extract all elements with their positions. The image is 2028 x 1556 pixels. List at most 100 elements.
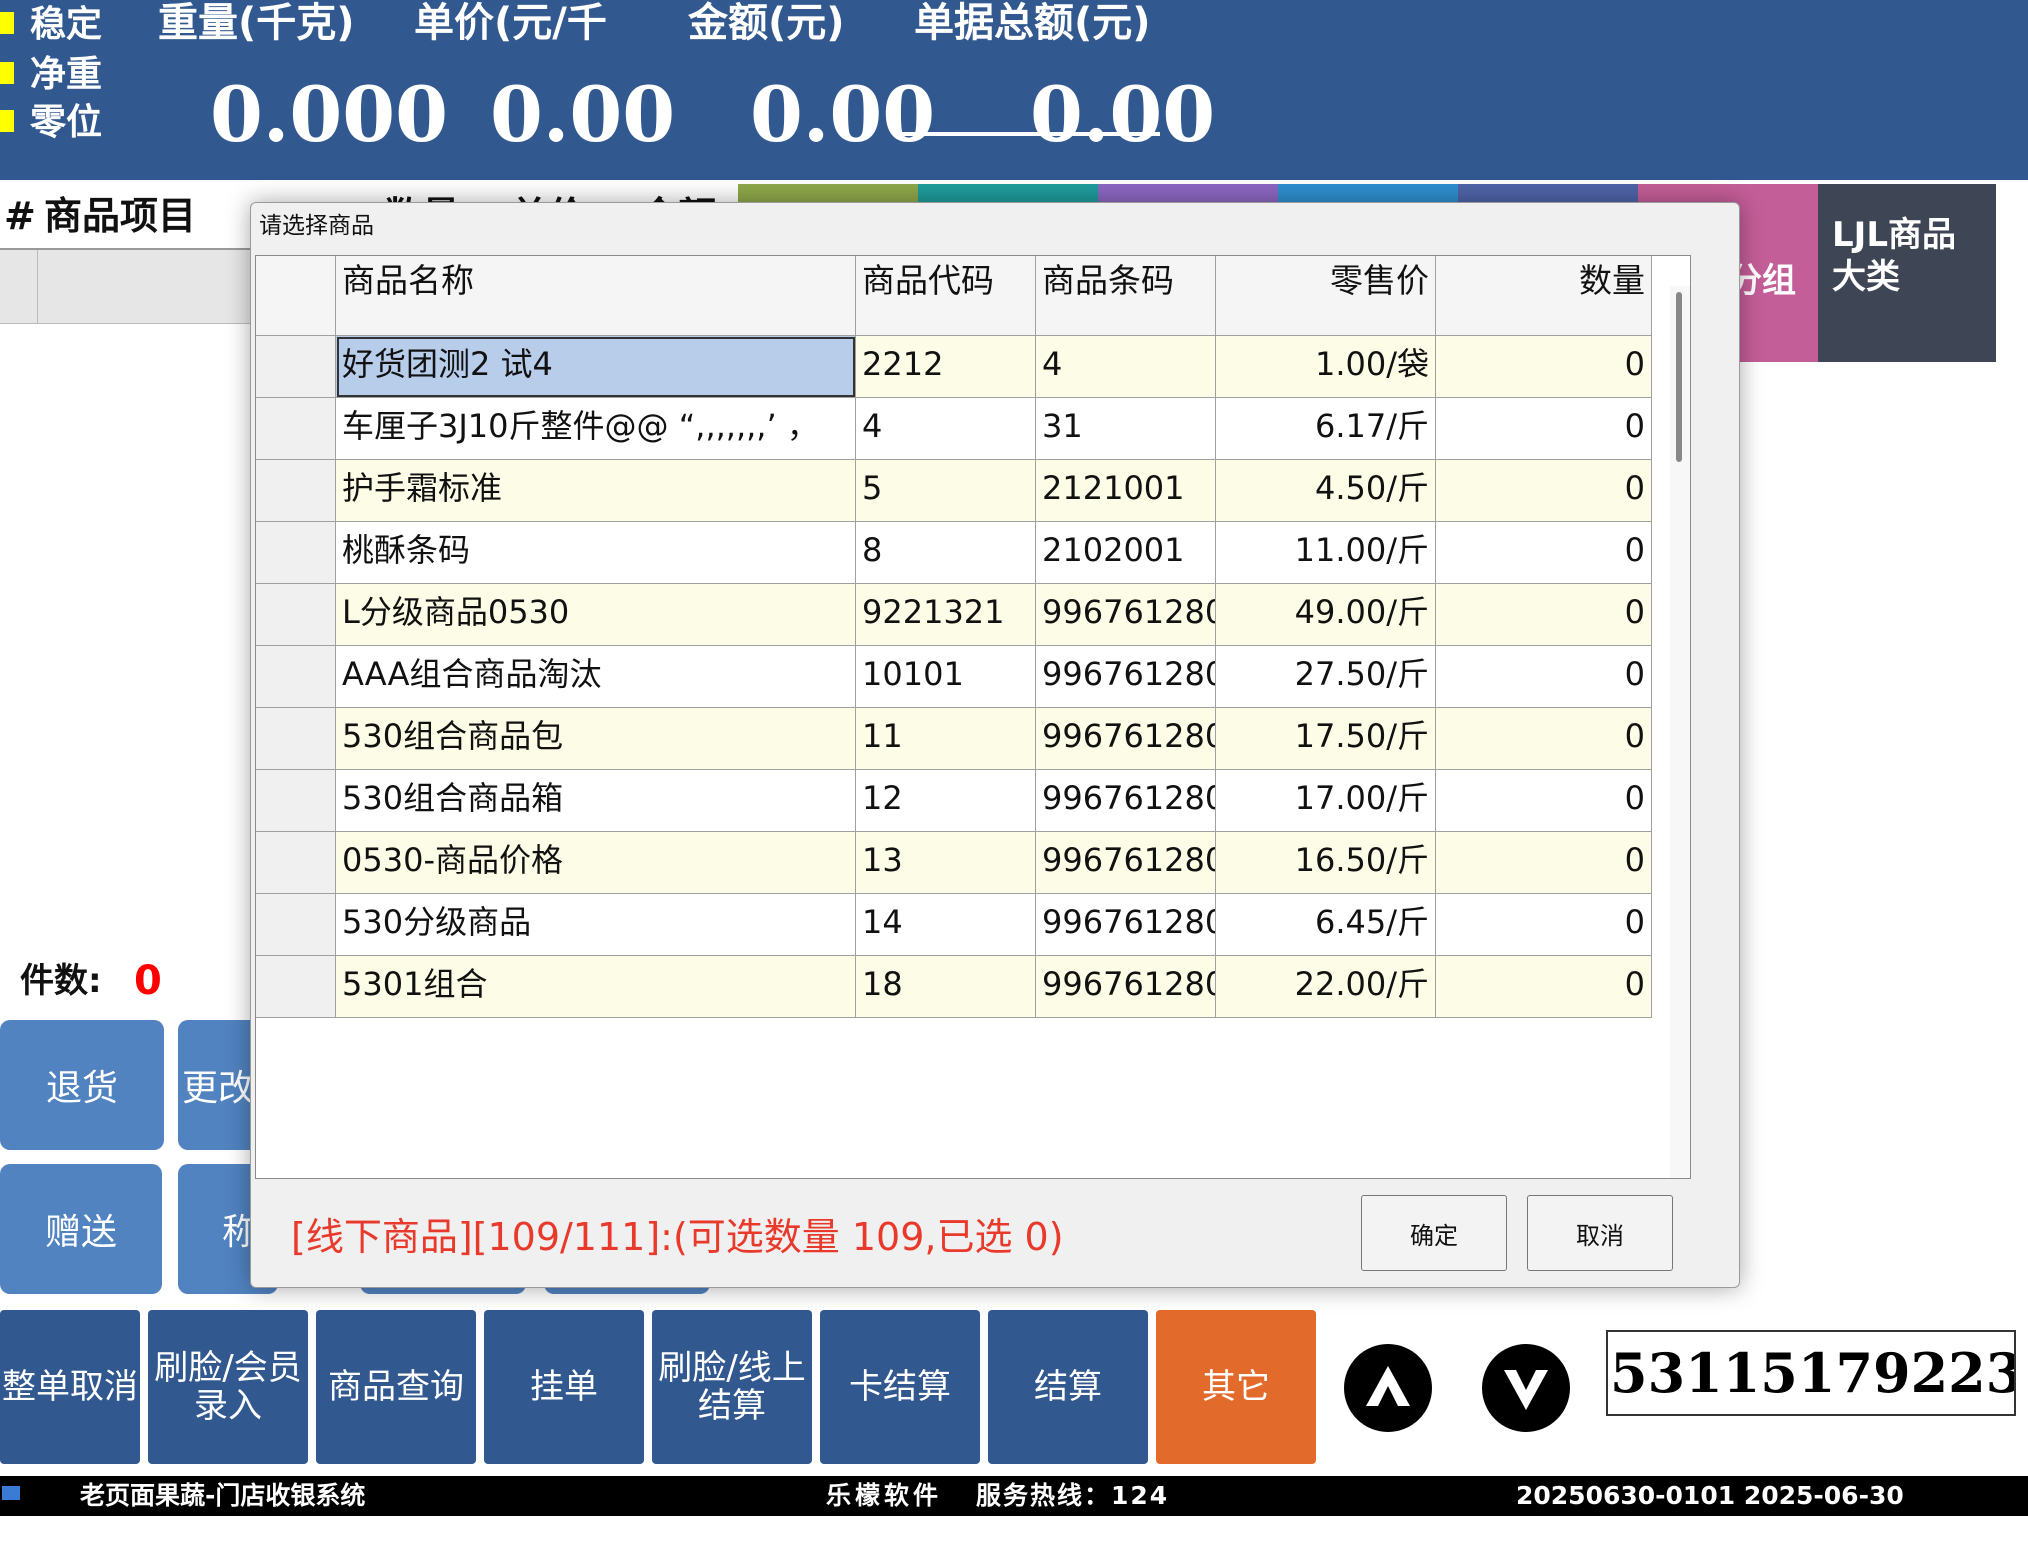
col-header-barcode[interactable]: 商品条码 — [1036, 256, 1216, 336]
row-header[interactable] — [256, 522, 336, 584]
cell-name[interactable]: 530组合商品包 — [336, 708, 856, 770]
return-button[interactable]: 退货 — [0, 1020, 164, 1150]
row-header[interactable] — [256, 956, 336, 1018]
cell-name[interactable]: 护手霜标准 — [336, 460, 856, 522]
product-row[interactable]: 0530-商品价格 13 996761280 16.50/斤 0 — [256, 832, 1652, 894]
cell-name[interactable]: 桃酥条码 — [336, 522, 856, 584]
cell-name[interactable]: L分级商品0530 — [336, 584, 856, 646]
cell-price[interactable]: 1.00/袋 — [1216, 336, 1436, 398]
cell-barcode[interactable]: 31 — [1036, 398, 1216, 460]
cell-name[interactable]: 好货团测2 试4 — [336, 336, 856, 398]
cell-name[interactable]: 530分级商品 — [336, 894, 856, 956]
cell-code[interactable]: 13 — [856, 832, 1036, 894]
cell-price[interactable]: 6.45/斤 — [1216, 894, 1436, 956]
cell-qty[interactable]: 0 — [1436, 336, 1652, 398]
cell-code[interactable]: 2212 — [856, 336, 1036, 398]
cell-code[interactable]: 10101 — [856, 646, 1036, 708]
cell-price[interactable]: 11.00/斤 — [1216, 522, 1436, 584]
face-online-checkout-button[interactable]: 刷脸/线上结算 — [652, 1310, 812, 1464]
cell-name[interactable]: 530组合商品箱 — [336, 770, 856, 832]
row-header[interactable] — [256, 398, 336, 460]
cell-code[interactable]: 9221321 — [856, 584, 1036, 646]
cell-qty[interactable]: 0 — [1436, 708, 1652, 770]
cell-price[interactable]: 49.00/斤 — [1216, 584, 1436, 646]
cell-qty[interactable]: 0 — [1436, 770, 1652, 832]
product-row[interactable]: 桃酥条码 8 2102001 11.00/斤 0 — [256, 522, 1652, 584]
col-header-code[interactable]: 商品代码 — [856, 256, 1036, 336]
checkout-button[interactable]: 结算 — [988, 1310, 1148, 1464]
hold-order-button[interactable]: 挂单 — [484, 1310, 644, 1464]
row-header[interactable] — [256, 894, 336, 956]
cell-qty[interactable]: 0 — [1436, 832, 1652, 894]
cell-barcode[interactable]: 996761280 — [1036, 646, 1216, 708]
cell-code[interactable]: 18 — [856, 956, 1036, 1018]
cancel-order-button[interactable]: 整单取消 — [0, 1310, 140, 1464]
barcode-input[interactable]: 53115179223564 — [1606, 1330, 2016, 1416]
cancel-button[interactable]: 取消 — [1527, 1195, 1673, 1271]
cell-barcode[interactable]: 996761280 — [1036, 770, 1216, 832]
cell-qty[interactable]: 0 — [1436, 398, 1652, 460]
product-row[interactable]: 530组合商品箱 12 996761280 17.00/斤 0 — [256, 770, 1652, 832]
product-row[interactable]: 好货团测2 试4 2212 4 1.00/袋 0 — [256, 336, 1652, 398]
cell-barcode[interactable]: 996761280 — [1036, 956, 1216, 1018]
row-header[interactable] — [256, 646, 336, 708]
row-header[interactable] — [256, 336, 336, 398]
col-header-name[interactable]: 商品名称 — [336, 256, 856, 336]
cell-barcode[interactable]: 4 — [1036, 336, 1216, 398]
row-header[interactable] — [256, 770, 336, 832]
product-row[interactable]: 5301组合 18 996761280 22.00/斤 0 — [256, 956, 1652, 1018]
cell-qty[interactable]: 0 — [1436, 956, 1652, 1018]
cell-qty[interactable]: 0 — [1436, 894, 1652, 956]
product-row[interactable]: 530分级商品 14 996761280 6.45/斤 0 — [256, 894, 1652, 956]
grid-scrollbar-thumb[interactable] — [1676, 292, 1682, 462]
cell-code[interactable]: 14 — [856, 894, 1036, 956]
cell-code[interactable]: 4 — [856, 398, 1036, 460]
cell-price[interactable]: 17.00/斤 — [1216, 770, 1436, 832]
cell-qty[interactable]: 0 — [1436, 646, 1652, 708]
row-header[interactable] — [256, 832, 336, 894]
cell-name[interactable]: AAA组合商品淘汰 — [336, 646, 856, 708]
cell-code[interactable]: 5 — [856, 460, 1036, 522]
scroll-down-button[interactable] — [1482, 1344, 1570, 1432]
row-header[interactable] — [256, 708, 336, 770]
cell-code[interactable]: 8 — [856, 522, 1036, 584]
cell-price[interactable]: 4.50/斤 — [1216, 460, 1436, 522]
cell-barcode[interactable]: 996761280 — [1036, 832, 1216, 894]
product-row[interactable]: L分级商品0530 9221321 996761280 49.00/斤 0 — [256, 584, 1652, 646]
product-row[interactable]: 车厘子3J10斤整件@@ “,,,,,,,’ ， 4 31 6.17/斤 0 — [256, 398, 1652, 460]
confirm-button[interactable]: 确定 — [1361, 1195, 1507, 1271]
row-header[interactable] — [256, 460, 336, 522]
product-row[interactable]: 530组合商品包 11 996761280 17.50/斤 0 — [256, 708, 1652, 770]
cell-code[interactable]: 11 — [856, 708, 1036, 770]
cell-name[interactable]: 0530-商品价格 — [336, 832, 856, 894]
arrow-down-icon — [1504, 1370, 1548, 1410]
cell-qty[interactable]: 0 — [1436, 460, 1652, 522]
cell-price[interactable]: 17.50/斤 — [1216, 708, 1436, 770]
cell-price[interactable]: 22.00/斤 — [1216, 956, 1436, 1018]
gift-button[interactable]: 赠送 — [0, 1164, 162, 1294]
col-header-qty[interactable]: 数量 — [1436, 256, 1652, 336]
face-member-button[interactable]: 刷脸/会员录入 — [148, 1310, 308, 1464]
product-row[interactable]: AAA组合商品淘汰 10101 996761280 27.50/斤 0 — [256, 646, 1652, 708]
cell-barcode[interactable]: 996761280 — [1036, 894, 1216, 956]
card-checkout-button[interactable]: 卡结算 — [820, 1310, 980, 1464]
col-header-price[interactable]: 零售价 — [1216, 256, 1436, 336]
other-button[interactable]: 其它 — [1156, 1310, 1316, 1464]
product-row[interactable]: 护手霜标准 5 2121001 4.50/斤 0 — [256, 460, 1652, 522]
cell-code[interactable]: 12 — [856, 770, 1036, 832]
cell-name[interactable]: 5301组合 — [336, 956, 856, 1018]
cell-barcode[interactable]: 2121001 — [1036, 460, 1216, 522]
cell-barcode[interactable]: 2102001 — [1036, 522, 1216, 584]
category-tile-ljl[interactable]: LJL商品大类 — [1818, 184, 1996, 362]
cell-qty[interactable]: 0 — [1436, 584, 1652, 646]
scroll-up-button[interactable] — [1344, 1344, 1432, 1432]
cell-price[interactable]: 27.50/斤 — [1216, 646, 1436, 708]
row-header[interactable] — [256, 584, 336, 646]
cell-name[interactable]: 车厘子3J10斤整件@@ “,,,,,,,’ ， — [336, 398, 856, 460]
cell-barcode[interactable]: 996761280 — [1036, 708, 1216, 770]
cell-barcode[interactable]: 996761280 — [1036, 584, 1216, 646]
cell-price[interactable]: 16.50/斤 — [1216, 832, 1436, 894]
cell-price[interactable]: 6.17/斤 — [1216, 398, 1436, 460]
product-query-button[interactable]: 商品查询 — [316, 1310, 476, 1464]
cell-qty[interactable]: 0 — [1436, 522, 1652, 584]
